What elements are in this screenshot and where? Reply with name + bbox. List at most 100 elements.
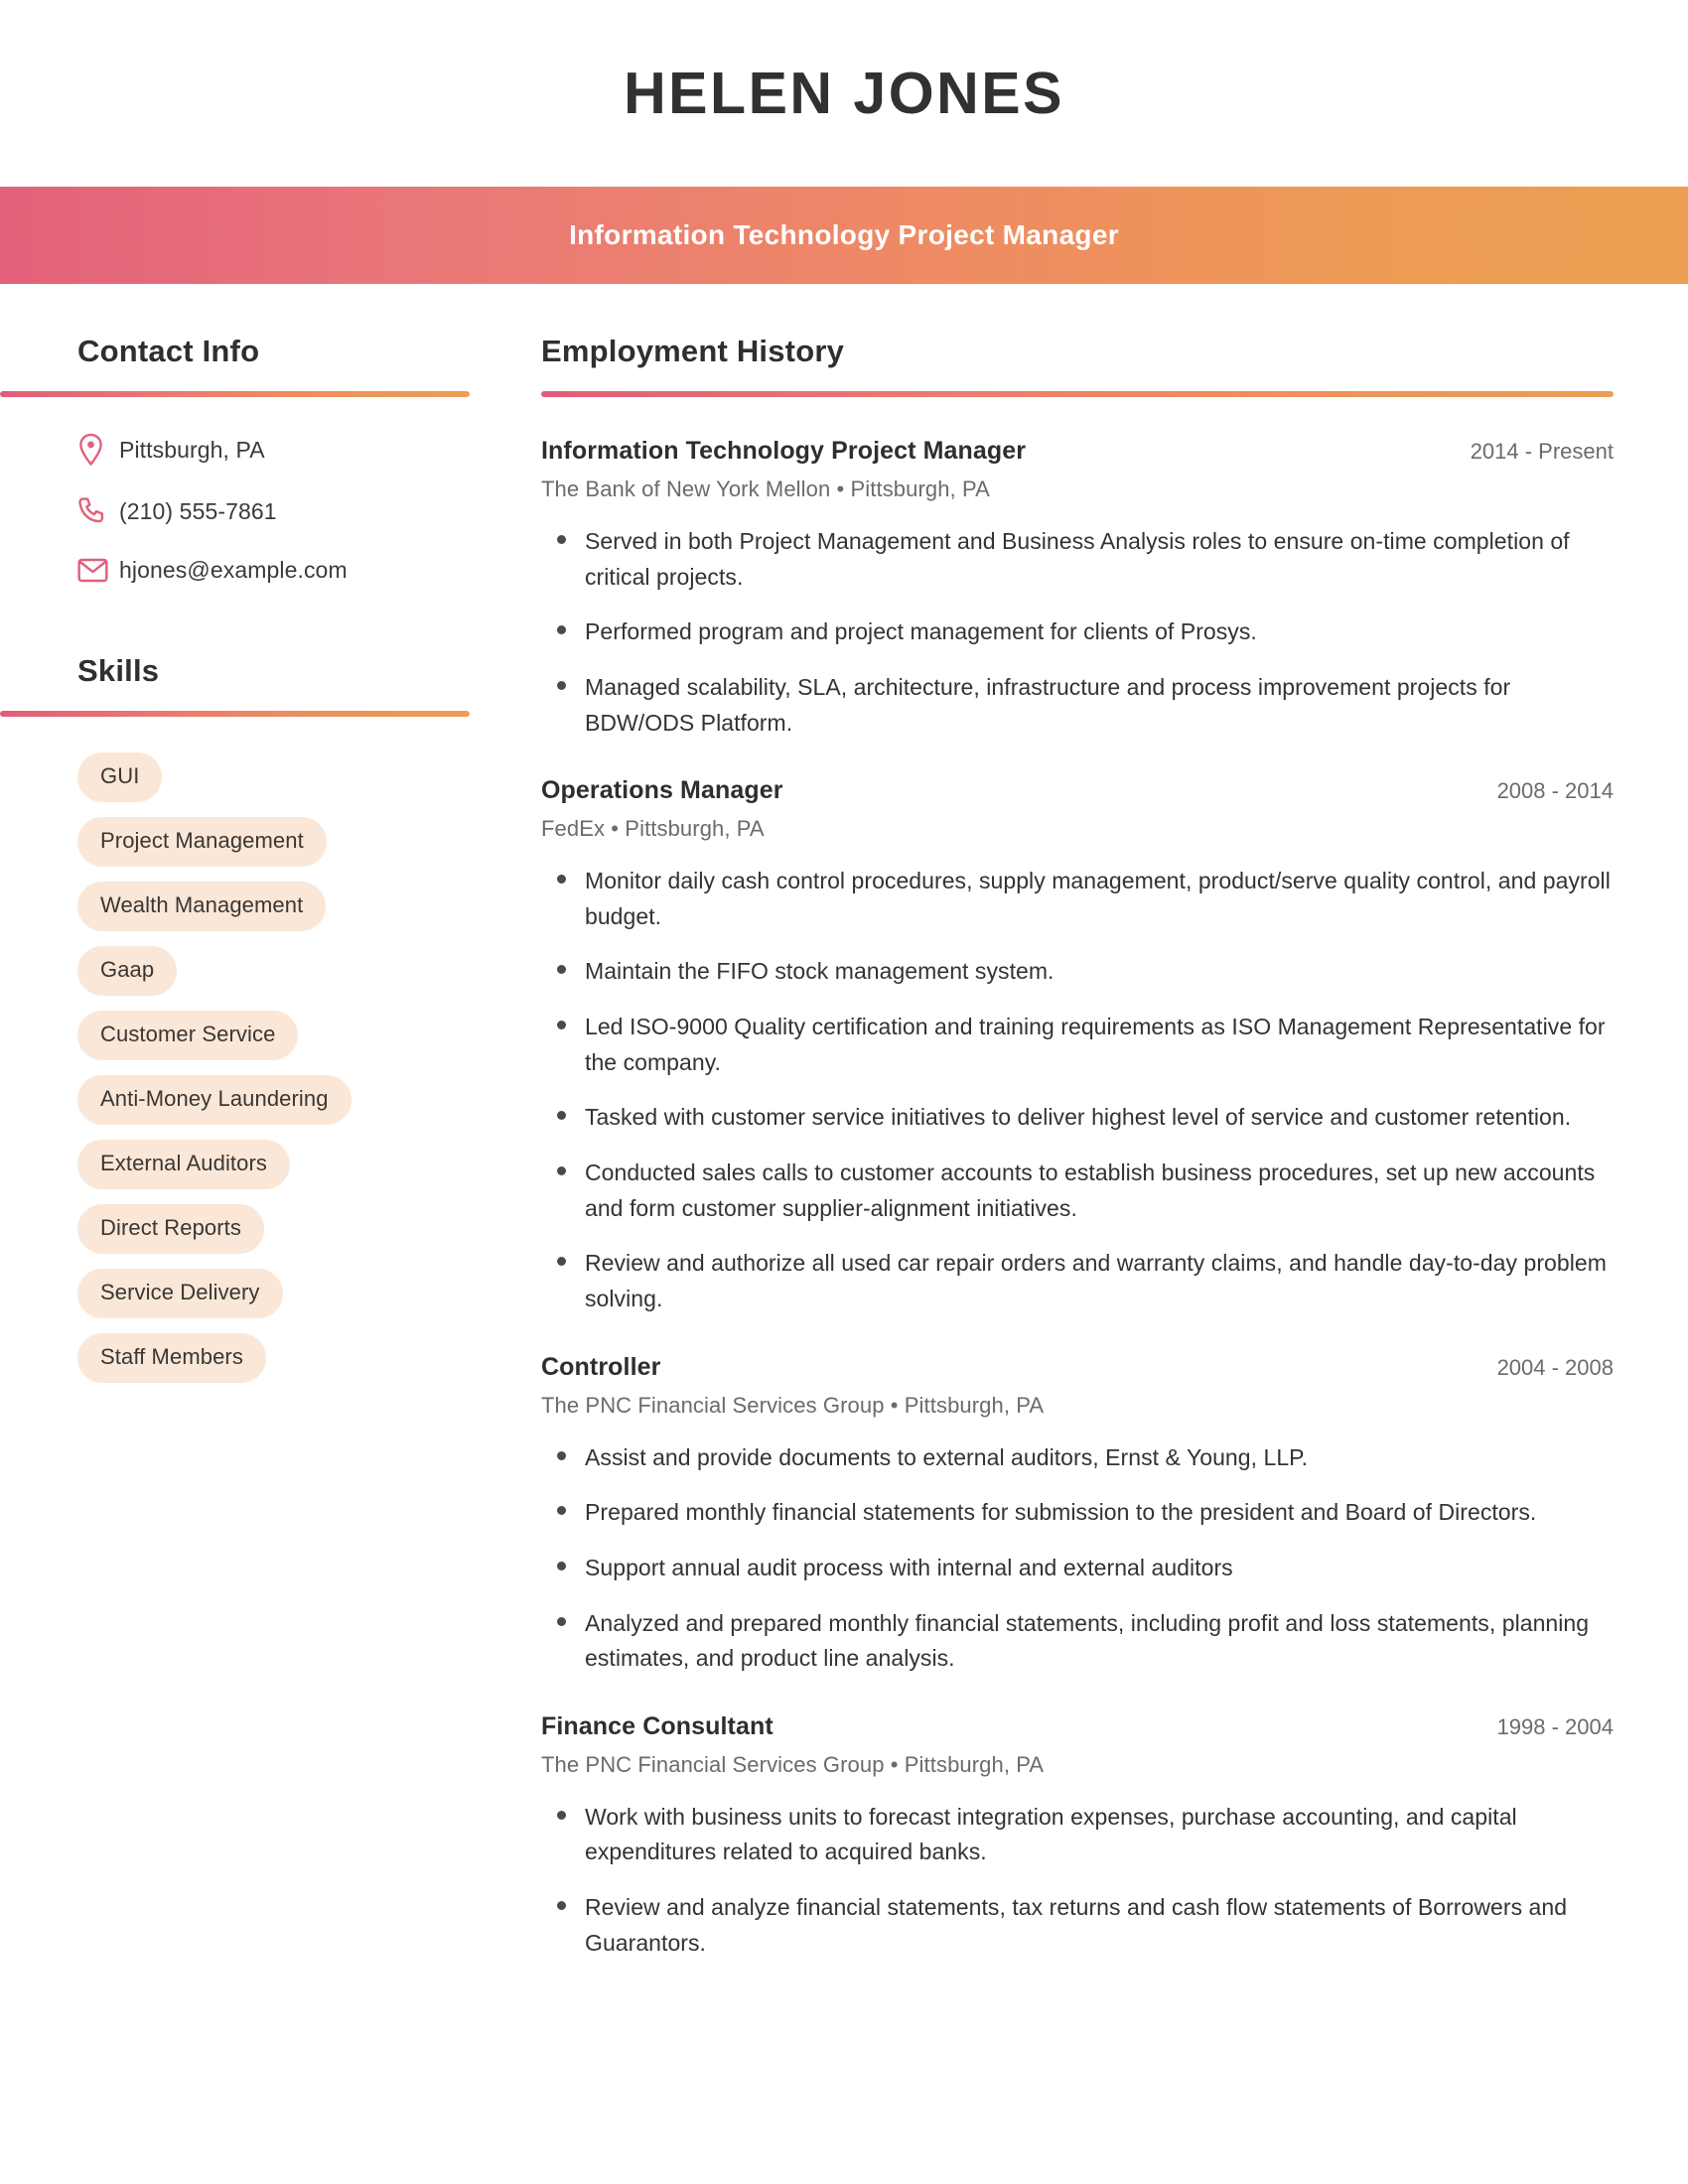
bullet-text: Managed scalability, SLA, architecture, …: [585, 673, 1511, 736]
bullet-text: Served in both Project Management and Bu…: [585, 528, 1570, 590]
contact-email-value: hjones@example.com: [119, 557, 348, 583]
bullet-dot-icon: [557, 864, 585, 934]
skills-divider: [0, 711, 470, 717]
employment-divider: [541, 391, 1614, 397]
job-bullets: Assist and provide documents to external…: [541, 1440, 1614, 1677]
bullet-item: Analyzed and prepared monthly financial …: [541, 1606, 1614, 1677]
job-entry: Controller 2004 - 2008 The PNC Financial…: [541, 1353, 1614, 1677]
bullet-dot-icon: [557, 1800, 585, 1870]
bullet-dot-icon: [557, 1156, 585, 1226]
job-bullets: Monitor daily cash control procedures, s…: [541, 864, 1614, 1316]
contact-item-location[interactable]: Pittsburgh, PA: [77, 433, 470, 467]
bullet-dot-icon: [557, 1606, 585, 1677]
bullet-text: Prepared monthly financial statements fo…: [585, 1499, 1537, 1526]
skill-pill: Customer Service: [77, 1011, 299, 1060]
bullet-dot-icon: [557, 1551, 585, 1586]
main-column: Employment History Information Technolog…: [541, 334, 1688, 1996]
employment-list: Information Technology Project Manager 2…: [541, 437, 1614, 1961]
bullet-dot-icon: [557, 1890, 585, 1961]
bullet-item: Led ISO-9000 Quality certification and t…: [541, 1010, 1614, 1080]
job-entry: Finance Consultant 1998 - 2004 The PNC F…: [541, 1712, 1614, 1962]
contact-item-email[interactable]: hjones@example.com: [77, 557, 470, 584]
job-dates: 1998 - 2004: [1496, 1713, 1614, 1739]
bullet-item: Tasked with customer service initiatives…: [541, 1100, 1614, 1136]
bullet-item: Review and authorize all used car repair…: [541, 1246, 1614, 1316]
bullet-text: Review and analyze financial statements,…: [585, 1894, 1568, 1956]
bullet-item: Performed program and project management…: [541, 614, 1614, 650]
skills-list: GUI Project Management Wealth Management…: [77, 752, 470, 1398]
bullet-text: Assist and provide documents to external…: [585, 1443, 1309, 1470]
job-company-location: The PNC Financial Services Group • Pitts…: [541, 1392, 1045, 1418]
bullet-dot-icon: [557, 1010, 585, 1080]
job-role: Information Technology Project Manager: [541, 437, 1027, 465]
skill-pill: Gaap: [77, 946, 178, 996]
skills-heading: Skills: [77, 653, 160, 688]
envelope-icon: [77, 558, 119, 583]
job-role: Finance Consultant: [541, 1711, 774, 1740]
job-dates: 2004 - 2008: [1496, 1354, 1614, 1380]
job-header: Finance Consultant 1998 - 2004: [541, 1712, 1614, 1741]
bullet-item: Managed scalability, SLA, architecture, …: [541, 670, 1614, 741]
resume-body: Contact Info Pittsburgh, PA (210) 555-78…: [0, 284, 1688, 1996]
skill-pill: Anti-Money Laundering: [77, 1075, 352, 1125]
bullet-item: Prepared monthly financial statements fo…: [541, 1495, 1614, 1531]
resume-page: HELEN JONES Information Technology Proje…: [0, 0, 1688, 2184]
resume-header: HELEN JONES: [0, 0, 1688, 187]
job-title-text: Information Technology Project Manager: [569, 219, 1119, 250]
bullet-text: Monitor daily cash control procedures, s…: [585, 868, 1611, 929]
contact-info-section: Contact Info Pittsburgh, PA (210) 555-78…: [0, 334, 470, 584]
bullet-dot-icon: [557, 1440, 585, 1476]
bullet-item: Conducted sales calls to customer accoun…: [541, 1156, 1614, 1226]
skill-pill: Direct Reports: [77, 1204, 264, 1254]
job-bullets: Served in both Project Management and Bu…: [541, 524, 1614, 741]
skills-section: Skills GUI Project Management Wealth Man…: [0, 653, 470, 1398]
job-company-location: The Bank of New York Mellon • Pittsburgh…: [541, 477, 990, 501]
job-company-location: The PNC Financial Services Group • Pitts…: [541, 1751, 1045, 1777]
bullet-text: Led ISO-9000 Quality certification and t…: [585, 1014, 1606, 1075]
bullet-text: Maintain the FIFO stock management syste…: [585, 958, 1055, 985]
bullet-text: Analyzed and prepared monthly financial …: [585, 1609, 1590, 1672]
bullet-dot-icon: [557, 614, 585, 650]
contact-list: Pittsburgh, PA (210) 555-7861 hjones@exa…: [77, 433, 470, 584]
contact-info-heading: Contact Info: [77, 334, 260, 368]
bullet-text: Support annual audit process with intern…: [585, 1554, 1233, 1580]
contact-location-value: Pittsburgh, PA: [119, 436, 265, 463]
job-entry: Operations Manager 2008 - 2014 FedEx • P…: [541, 776, 1614, 1316]
bullet-item: Work with business units to forecast int…: [541, 1800, 1614, 1870]
skill-pill: Project Management: [77, 817, 327, 867]
bullet-item: Review and analyze financial statements,…: [541, 1890, 1614, 1961]
skill-pill: Wealth Management: [77, 882, 327, 931]
bullet-dot-icon: [557, 1100, 585, 1136]
job-role: Controller: [541, 1352, 661, 1381]
skill-pill: External Auditors: [77, 1140, 291, 1189]
page-title: HELEN JONES: [624, 61, 1064, 126]
contact-phone-value: (210) 555-7861: [119, 498, 277, 524]
bullet-item: Served in both Project Management and Bu…: [541, 524, 1614, 595]
bullet-item: Assist and provide documents to external…: [541, 1440, 1614, 1476]
bullet-item: Monitor daily cash control procedures, s…: [541, 864, 1614, 934]
phone-icon: [77, 496, 119, 527]
bullet-text: Work with business units to forecast int…: [585, 1803, 1517, 1865]
bullet-text: Tasked with customer service initiatives…: [585, 1104, 1572, 1131]
bullet-dot-icon: [557, 1246, 585, 1316]
job-dates: 2008 - 2014: [1496, 778, 1614, 804]
job-header: Information Technology Project Manager 2…: [541, 437, 1614, 466]
bullet-item: Support annual audit process with intern…: [541, 1551, 1614, 1586]
contact-divider: [0, 391, 470, 397]
bullet-dot-icon: [557, 954, 585, 990]
job-dates: 2014 - Present: [1470, 439, 1614, 464]
bullet-text: Performed program and project management…: [585, 618, 1257, 645]
job-role: Operations Manager: [541, 776, 783, 805]
bullet-dot-icon: [557, 670, 585, 741]
bullet-dot-icon: [557, 1495, 585, 1531]
sidebar: Contact Info Pittsburgh, PA (210) 555-78…: [0, 334, 541, 1398]
contact-item-phone[interactable]: (210) 555-7861: [77, 496, 470, 527]
location-pin-icon: [77, 433, 119, 467]
job-entry: Information Technology Project Manager 2…: [541, 437, 1614, 741]
skill-pill: GUI: [77, 752, 163, 802]
skill-pill: Service Delivery: [77, 1269, 283, 1318]
skill-pill: Staff Members: [77, 1333, 266, 1383]
job-company-location: FedEx • Pittsburgh, PA: [541, 816, 765, 842]
bullet-dot-icon: [557, 524, 585, 595]
job-title-band: Information Technology Project Manager: [0, 187, 1688, 284]
